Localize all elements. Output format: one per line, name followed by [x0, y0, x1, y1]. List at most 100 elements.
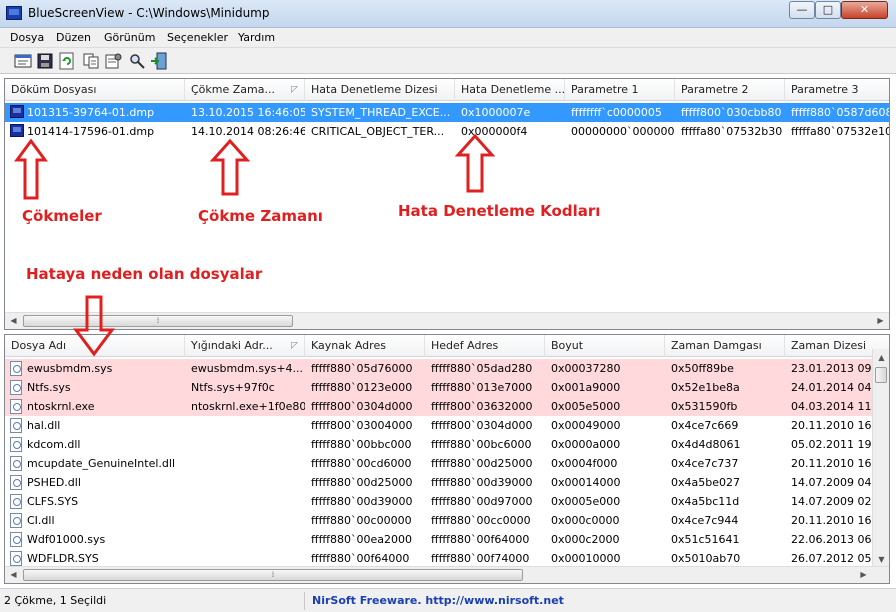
scroll-up-icon[interactable]: ▲ — [873, 349, 889, 366]
col-bugcheck-code[interactable]: Hata Denetleme ... — [455, 79, 565, 101]
driver-cell: fffff880`00d25000 — [431, 457, 533, 470]
driver-cell: 0x50ff89be — [671, 362, 734, 375]
refresh-icon[interactable] — [58, 52, 76, 70]
driver-cell — [185, 454, 305, 473]
menu-edit[interactable]: Düzen — [56, 31, 91, 44]
driver-row[interactable]: ewusbmdm.sys ewusbmdm.sys+4... fffff880`05… — [5, 359, 889, 378]
scroll-thumb[interactable] — [875, 367, 887, 383]
driver-row[interactable]: ntoskrnl.exe ntoskrnl.exe+1f0e80 fffff800`… — [5, 397, 889, 416]
driver-row[interactable]: CI.dll fffff880`00c00000 fffff880`00cc0000… — [5, 511, 889, 530]
driver-row[interactable]: hal.dll fffff800`03004000 fffff800`0304d00… — [5, 416, 889, 435]
save-icon[interactable] — [36, 52, 54, 70]
driver-row[interactable]: kdcom.dll fffff880`00bbc000 fffff880`00bc6… — [5, 435, 889, 454]
find-icon[interactable] — [128, 52, 146, 70]
driver-list[interactable]: Dosya Adı Yığındaki Adr... ◸ Kaynak Adres… — [4, 334, 890, 584]
driver-cell: 0x00014000 — [551, 476, 621, 489]
driver-cell: Wdf01000.sys — [27, 533, 106, 546]
driver-cell: CLFS.SYS — [27, 495, 79, 508]
properties-icon[interactable] — [104, 52, 122, 70]
menu-options[interactable]: Seçenekler — [167, 31, 228, 44]
driver-cell: fffff880`0123e000 — [311, 381, 413, 394]
col-parameter-3[interactable]: Parametre 3 — [785, 79, 889, 101]
col-crash-time[interactable]: Çökme Zama... ◸ — [185, 79, 305, 101]
driver-cell: fffff880`00d25000 — [311, 476, 413, 489]
driver-cell: 0x51c51641 — [671, 533, 740, 546]
driver-cell: 0x52e1be8a — [671, 381, 740, 394]
col-timestamp[interactable]: Zaman Damgası — [665, 335, 785, 357]
driver-row[interactable]: PSHED.dll fffff880`00d25000 fffff880`00d39… — [5, 473, 889, 492]
driver-cell: fffff800`03632000 — [431, 400, 533, 413]
menu-file[interactable]: Dosya — [10, 31, 44, 44]
up-arrow-annotation-icon — [14, 138, 48, 200]
driver-cell: CI.dll — [27, 514, 55, 527]
menu-view[interactable]: Görünüm — [104, 31, 155, 44]
annotation-bugcheck-codes: Hata Denetleme Kodları — [398, 202, 601, 220]
scroll-left-icon[interactable]: ◀ — [5, 567, 22, 583]
driver-cell — [185, 435, 305, 454]
crash-list-header: Döküm Dosyası Çökme Zama... ◸ Hata Denetl… — [5, 79, 889, 101]
driver-cell: ewusbmdm.sys — [27, 362, 113, 375]
col-from-address[interactable]: Kaynak Adres — [305, 335, 425, 357]
driver-cell — [185, 416, 305, 435]
nirsoft-link[interactable]: NirSoft Freeware. http://www.nirsoft.net — [312, 594, 564, 607]
driver-row[interactable]: Wdf01000.sys fffff880`00ea2000 fffff880`00… — [5, 530, 889, 549]
col-dump-file[interactable]: Döküm Dosyası — [5, 79, 185, 101]
driver-cell: fffff880`00ea2000 — [311, 533, 413, 546]
maximize-button[interactable]: □ — [815, 1, 841, 19]
driver-cell: fffff880`013e7000 — [431, 381, 533, 394]
driver-cell: fffff880`00cc0000 — [431, 514, 531, 527]
toolbar — [0, 48, 896, 74]
driver-list-header: Dosya Adı Yığındaki Adr... ◸ Kaynak Adres… — [5, 335, 889, 357]
scroll-thumb[interactable]: ⁞ — [23, 315, 293, 327]
col-parameter-1[interactable]: Parametre 1 — [565, 79, 675, 101]
driver-cell: fffff880`05dad280 — [431, 362, 533, 375]
driver-row[interactable]: mcupdate_GenuineIntel.dll fffff880`00cd60… — [5, 454, 889, 473]
annotation-crashes: Çökmeler — [22, 207, 102, 225]
col-parameter-2[interactable]: Parametre 2 — [675, 79, 785, 101]
driver-list-hscrollbar[interactable]: ◀ ⁞ ▶ — [5, 566, 889, 583]
close-button[interactable]: ✕ — [841, 1, 888, 19]
driver-cell: fffff800`0304d000 — [431, 419, 533, 432]
scroll-thumb[interactable]: ⁞ — [23, 569, 523, 581]
crash-row[interactable]: 101315-39764-01.dmp 13.10.2015 16:46:05 … — [5, 103, 889, 122]
driver-cell — [185, 492, 305, 511]
crash-list-hscrollbar[interactable]: ◀ ⁞ ▶ — [5, 312, 889, 329]
scroll-right-icon[interactable]: ▶ — [872, 313, 889, 329]
copy-icon[interactable] — [82, 52, 100, 70]
driver-cell: 0x005e5000 — [551, 400, 621, 413]
driver-cell: 0x4ce7c737 — [671, 457, 739, 470]
col-size[interactable]: Boyut — [545, 335, 665, 357]
driver-cell: ewusbmdm.sys+4... — [191, 362, 304, 375]
col-to-address[interactable]: Hedef Adres — [425, 335, 545, 357]
scroll-left-icon[interactable]: ◀ — [5, 313, 22, 329]
driver-list-vscrollbar[interactable]: ▲ ▼ — [872, 349, 889, 568]
crash-row[interactable]: 101414-17596-01.dmp 14.10.2014 08:26:46 … — [5, 122, 889, 141]
driver-cell — [185, 473, 305, 492]
scroll-right-icon[interactable]: ▶ — [855, 567, 872, 583]
driver-row[interactable]: CLFS.SYS fffff880`00d39000 fffff880`00d970… — [5, 492, 889, 511]
minimize-button[interactable]: — — [789, 1, 815, 19]
col-bugcheck-string[interactable]: Hata Denetleme Dizesi — [305, 79, 455, 101]
driver-cell: 0x000c2000 — [551, 533, 620, 546]
driver-cell: fffff880`00d39000 — [431, 476, 533, 489]
driver-cell: Ntfs.sys — [27, 381, 71, 394]
driver-cell: 0x001a9000 — [551, 381, 621, 394]
exit-icon[interactable] — [150, 52, 168, 70]
annotation-causing-files: Hataya neden olan dosyalar — [26, 265, 263, 283]
driver-cell: fffff880`00d97000 — [431, 495, 533, 508]
driver-cell: kdcom.dll — [27, 438, 81, 451]
title-bar: BlueScreenView - C:\Windows\Minidump — □… — [0, 0, 896, 28]
driver-cell: Ntfs.sys+97f0c — [191, 381, 275, 394]
driver-cell: fffff800`03004000 — [311, 419, 413, 432]
up-arrow-annotation-icon — [455, 133, 495, 193]
driver-cell: 0x4ce7c669 — [671, 419, 739, 432]
driver-row[interactable]: Ntfs.sys Ntfs.sys+97f0c fffff880`0123e000 f… — [5, 378, 889, 397]
down-arrow-annotation-icon — [73, 295, 115, 357]
menu-help[interactable]: Yardım — [238, 31, 275, 44]
driver-cell: fffff880`05d76000 — [311, 362, 413, 375]
html-report-icon[interactable] — [14, 52, 32, 70]
col-address-in-stack[interactable]: Yığındaki Adr... ◸ — [185, 335, 305, 357]
driver-cell: hal.dll — [27, 419, 61, 432]
window-title: BlueScreenView - C:\Windows\Minidump — [28, 6, 270, 20]
sort-indicator-icon: ◸ — [291, 341, 298, 351]
